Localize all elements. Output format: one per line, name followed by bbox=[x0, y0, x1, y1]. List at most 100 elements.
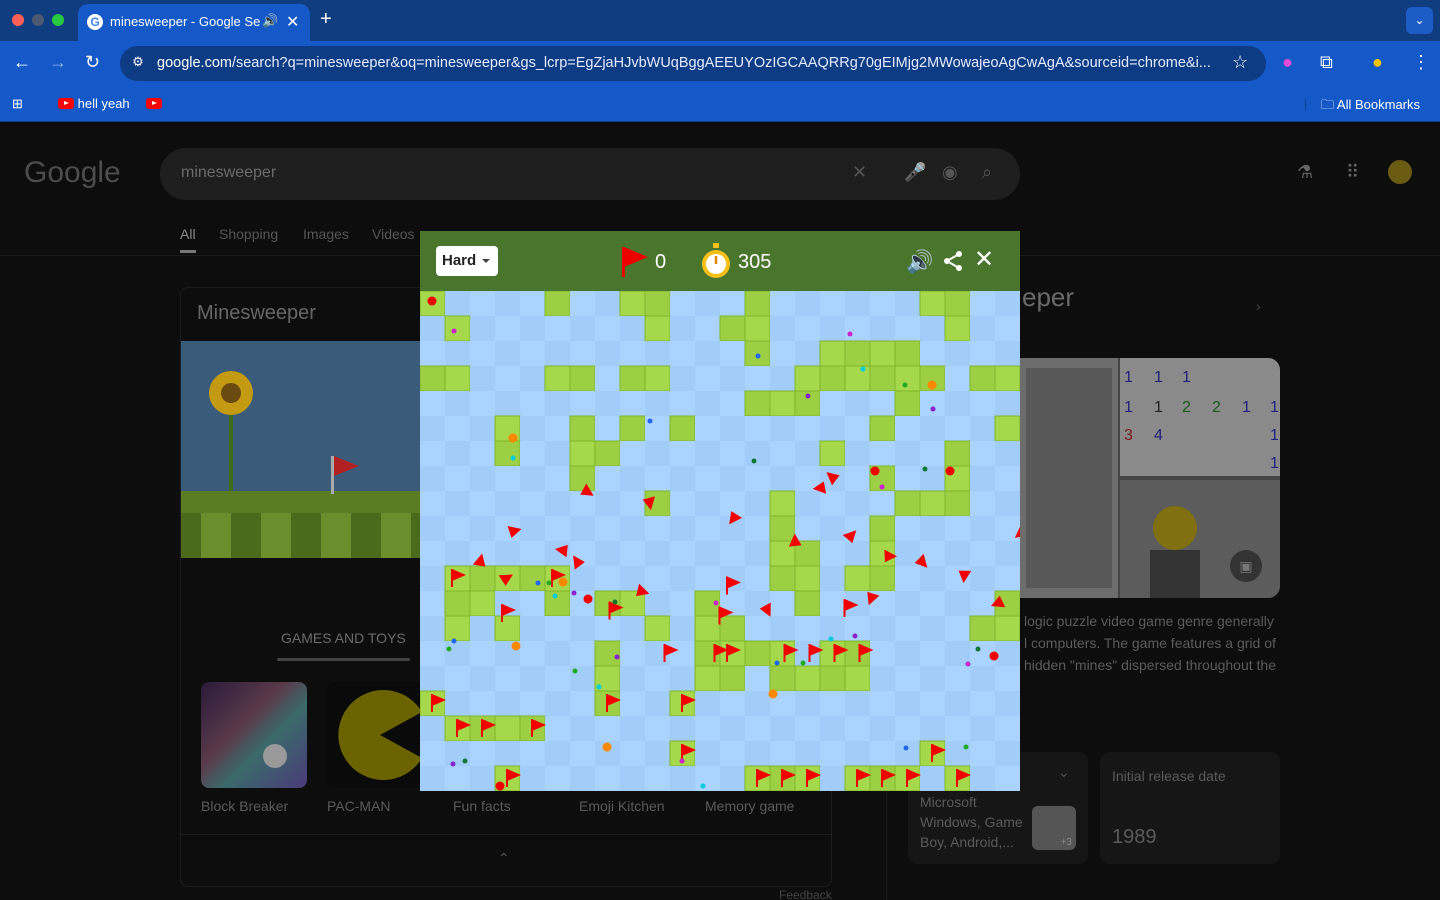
grass-cell[interactable] bbox=[794, 665, 821, 692]
revealed-cell[interactable] bbox=[770, 291, 795, 316]
revealed-cell[interactable] bbox=[695, 766, 720, 791]
revealed-cell[interactable] bbox=[920, 441, 945, 466]
revealed-cell[interactable] bbox=[895, 416, 920, 441]
revealed-cell[interactable] bbox=[520, 591, 545, 616]
revealed-cell[interactable] bbox=[920, 516, 945, 541]
forward-arrow-icon[interactable]: → bbox=[49, 52, 67, 73]
revealed-cell[interactable] bbox=[495, 391, 520, 416]
revealed-cell[interactable] bbox=[945, 716, 970, 741]
revealed-cell[interactable] bbox=[795, 441, 820, 466]
grass-cell[interactable] bbox=[444, 315, 471, 342]
revealed-cell[interactable] bbox=[995, 466, 1020, 491]
revealed-cell[interactable] bbox=[870, 716, 895, 741]
revealed-cell[interactable] bbox=[695, 391, 720, 416]
revealed-cell[interactable] bbox=[470, 341, 495, 366]
revealed-cell[interactable] bbox=[620, 766, 645, 791]
revealed-cell[interactable] bbox=[445, 541, 470, 566]
revealed-cell[interactable] bbox=[895, 741, 920, 766]
grass-cell[interactable] bbox=[994, 615, 1020, 642]
grass-cell[interactable] bbox=[744, 315, 771, 342]
revealed-cell[interactable] bbox=[695, 441, 720, 466]
revealed-cell[interactable] bbox=[620, 341, 645, 366]
revealed-cell[interactable] bbox=[945, 516, 970, 541]
revealed-cell[interactable] bbox=[420, 316, 445, 341]
revealed-cell[interactable] bbox=[570, 766, 595, 791]
revealed-cell[interactable] bbox=[620, 441, 645, 466]
tab-shopping[interactable]: Shopping bbox=[219, 226, 278, 242]
extension-icon[interactable]: ● bbox=[1282, 52, 1293, 73]
revealed-cell[interactable] bbox=[720, 291, 745, 316]
revealed-cell[interactable] bbox=[945, 666, 970, 691]
revealed-cell[interactable] bbox=[570, 691, 595, 716]
revealed-cell[interactable] bbox=[545, 441, 570, 466]
revealed-cell[interactable] bbox=[845, 316, 870, 341]
grass-cell[interactable] bbox=[619, 291, 646, 317]
revealed-cell[interactable] bbox=[470, 741, 495, 766]
revealed-cell[interactable] bbox=[770, 716, 795, 741]
revealed-cell[interactable] bbox=[745, 516, 770, 541]
revealed-cell[interactable] bbox=[545, 691, 570, 716]
close-icon[interactable]: ✕ bbox=[974, 245, 994, 274]
grass-cell[interactable] bbox=[994, 415, 1020, 442]
revealed-cell[interactable] bbox=[445, 441, 470, 466]
site-settings-icon[interactable]: ⚙ bbox=[129, 54, 147, 72]
grass-cell[interactable] bbox=[444, 590, 471, 617]
revealed-cell[interactable] bbox=[945, 541, 970, 566]
block-breaker-thumbnail[interactable] bbox=[201, 682, 307, 788]
revealed-cell[interactable] bbox=[745, 441, 770, 466]
extensions-puzzle-icon[interactable]: ⧉ bbox=[1320, 52, 1333, 73]
revealed-cell[interactable] bbox=[745, 366, 770, 391]
revealed-cell[interactable] bbox=[920, 641, 945, 666]
tab-search-button[interactable]: ⌄ bbox=[1406, 7, 1433, 34]
revealed-cell[interactable] bbox=[745, 741, 770, 766]
revealed-cell[interactable] bbox=[920, 666, 945, 691]
revealed-cell[interactable] bbox=[620, 741, 645, 766]
bookmark-hell-yeah[interactable]: hell yeah bbox=[58, 96, 130, 111]
grass-cell[interactable] bbox=[619, 415, 646, 442]
revealed-cell[interactable] bbox=[570, 391, 595, 416]
revealed-cell[interactable] bbox=[795, 491, 820, 516]
revealed-cell[interactable] bbox=[645, 766, 670, 791]
revealed-cell[interactable] bbox=[520, 416, 545, 441]
revealed-cell[interactable] bbox=[620, 466, 645, 491]
revealed-cell[interactable] bbox=[670, 491, 695, 516]
revealed-cell[interactable] bbox=[670, 391, 695, 416]
revealed-cell[interactable] bbox=[645, 341, 670, 366]
revealed-cell[interactable] bbox=[695, 516, 720, 541]
revealed-cell[interactable] bbox=[545, 766, 570, 791]
revealed-cell[interactable] bbox=[970, 341, 995, 366]
revealed-cell[interactable] bbox=[820, 516, 845, 541]
revealed-cell[interactable] bbox=[520, 441, 545, 466]
revealed-cell[interactable] bbox=[845, 616, 870, 641]
revealed-cell[interactable] bbox=[945, 616, 970, 641]
revealed-cell[interactable] bbox=[420, 766, 445, 791]
revealed-cell[interactable] bbox=[820, 491, 845, 516]
apps-grid-icon[interactable]: ⊞ bbox=[12, 96, 23, 112]
revealed-cell[interactable] bbox=[995, 566, 1020, 591]
revealed-cell[interactable] bbox=[995, 741, 1020, 766]
revealed-cell[interactable] bbox=[495, 341, 520, 366]
revealed-cell[interactable] bbox=[795, 341, 820, 366]
revealed-cell[interactable] bbox=[420, 391, 445, 416]
revealed-cell[interactable] bbox=[570, 566, 595, 591]
revealed-cell[interactable] bbox=[645, 741, 670, 766]
revealed-cell[interactable] bbox=[445, 641, 470, 666]
search-input[interactable]: minesweeper bbox=[181, 164, 276, 182]
grass-cell[interactable] bbox=[644, 291, 671, 317]
grass-cell[interactable] bbox=[944, 440, 971, 467]
revealed-cell[interactable] bbox=[870, 616, 895, 641]
revealed-cell[interactable] bbox=[820, 591, 845, 616]
platform-thumbnail[interactable]: +3 bbox=[1032, 806, 1076, 850]
revealed-cell[interactable] bbox=[470, 666, 495, 691]
revealed-cell[interactable] bbox=[445, 666, 470, 691]
grass-cell[interactable] bbox=[719, 665, 746, 692]
grass-cell[interactable] bbox=[844, 365, 871, 392]
revealed-cell[interactable] bbox=[445, 466, 470, 491]
revealed-cell[interactable] bbox=[620, 616, 645, 641]
revealed-cell[interactable] bbox=[920, 416, 945, 441]
revealed-cell[interactable] bbox=[745, 541, 770, 566]
revealed-cell[interactable] bbox=[745, 491, 770, 516]
revealed-cell[interactable] bbox=[720, 341, 745, 366]
revealed-cell[interactable] bbox=[495, 316, 520, 341]
revealed-cell[interactable] bbox=[970, 666, 995, 691]
